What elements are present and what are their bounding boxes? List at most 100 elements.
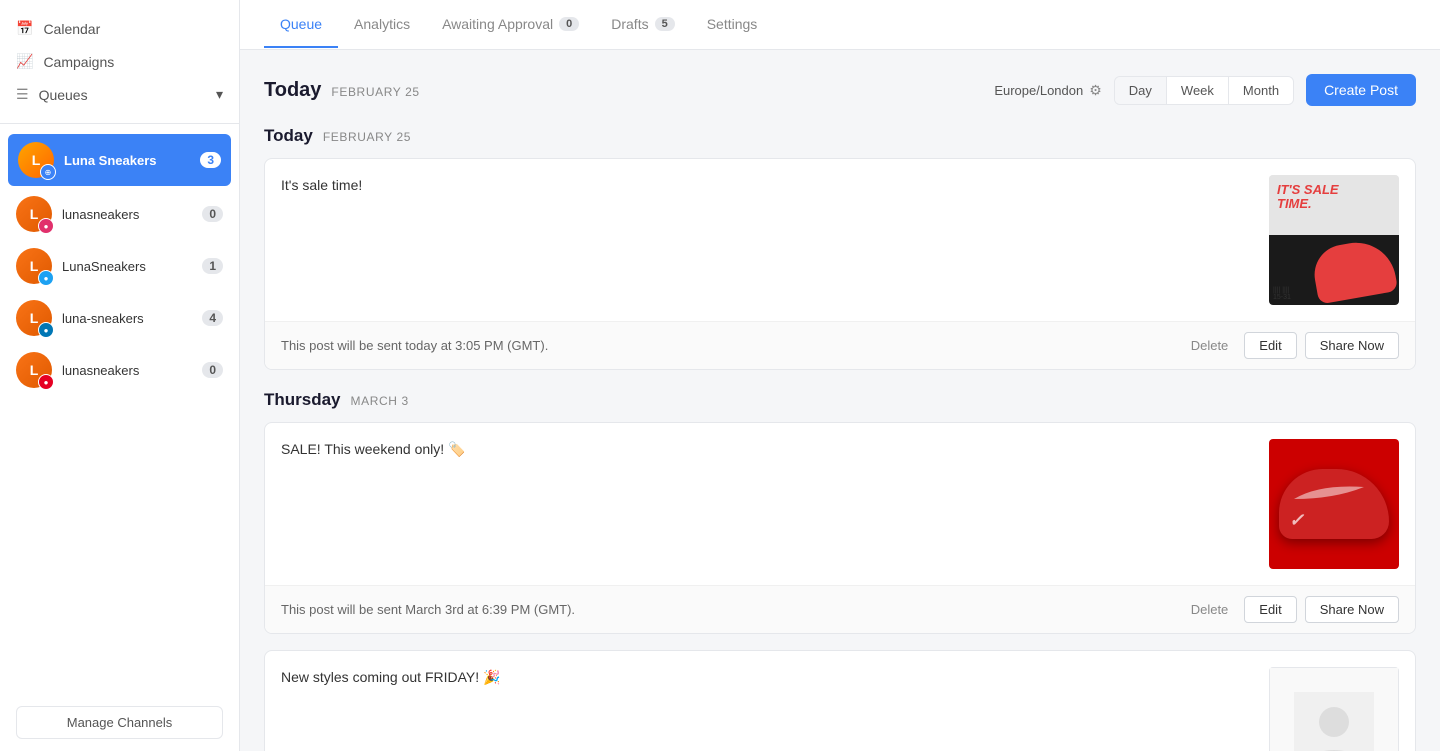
post-footer-1: This post will be sent today at 3:05 PM … <box>265 321 1415 369</box>
campaigns-icon: 📈 <box>16 53 33 70</box>
avatar-wrapper-pt: L ● <box>16 352 52 388</box>
tab-drafts[interactable]: Drafts 5 <box>595 2 690 48</box>
edit-button-2[interactable]: Edit <box>1244 596 1296 623</box>
third-image <box>1269 667 1399 751</box>
tab-settings-label: Settings <box>707 16 758 32</box>
tab-queue[interactable]: Queue <box>264 2 338 48</box>
section-title-thursday: Thursday <box>264 390 341 410</box>
avatar-wrapper-tw: L ● <box>16 248 52 284</box>
account-count-tw: 1 <box>202 258 223 274</box>
swoosh-svg <box>1289 479 1369 509</box>
post-text-1: It's sale time! <box>281 175 1253 196</box>
linkedin-badge-icon: ● <box>38 322 54 338</box>
post-footer-actions-1: Delete Edit Share Now <box>1183 332 1399 359</box>
account-count-pt: 0 <box>202 362 223 378</box>
sidebar-item-queues[interactable]: ☰ Queues ▾ <box>0 78 239 111</box>
sidebar-item-label-calendar: Calendar <box>43 21 100 37</box>
section-header-today: Today FEBRUARY 25 <box>264 126 1416 146</box>
account-count-luna-main: 3 <box>200 152 221 168</box>
queues-chevron-icon: ▾ <box>216 86 223 103</box>
avatar-wrapper-li: L ● <box>16 300 52 336</box>
sale-image-bottom: |||| ||||15-31 <box>1269 235 1399 305</box>
tab-queue-label: Queue <box>280 16 322 32</box>
sidebar-item-calendar[interactable]: 📅 Calendar <box>0 12 239 45</box>
account-name-ig: lunasneakers <box>62 207 192 222</box>
date-subtitle: FEBRUARY 25 <box>331 85 419 99</box>
delete-button-1[interactable]: Delete <box>1183 334 1237 357</box>
tab-awaiting[interactable]: Awaiting Approval 0 <box>426 2 595 48</box>
tab-analytics-label: Analytics <box>354 16 410 32</box>
post-footer-actions-2: Delete Edit Share Now <box>1183 596 1399 623</box>
post-footer-2: This post will be sent March 3rd at 6:39… <box>265 585 1415 633</box>
delete-button-2[interactable]: Delete <box>1183 598 1237 621</box>
page-title: Today <box>264 79 321 102</box>
sidebar-accounts: L ⊕ Luna Sneakers 3 L ● lunasneakers 0 L <box>0 124 239 694</box>
avatar-wrapper: L ⊕ <box>18 142 54 178</box>
sidebar-account-lunasneakers-pt[interactable]: L ● lunasneakers 0 <box>0 344 239 396</box>
post-text-2: SALE! This weekend only! 🏷️ <box>281 439 1253 460</box>
view-day-button[interactable]: Day <box>1115 77 1167 104</box>
sidebar-account-lunasneakers-ig[interactable]: L ● lunasneakers 0 <box>0 188 239 240</box>
sidebar-account-lunasneakers-tw[interactable]: L ● LunaSneakers 1 <box>0 240 239 292</box>
avatar-wrapper-ig: L ● <box>16 196 52 232</box>
queues-icon: ☰ <box>16 86 29 103</box>
date-title: Today FEBRUARY 25 <box>264 79 420 102</box>
sidebar-account-luna-main[interactable]: L ⊕ Luna Sneakers 3 <box>8 134 231 186</box>
main-content: Queue Analytics Awaiting Approval 0 Draf… <box>240 0 1440 751</box>
sidebar-item-label-campaigns: Campaigns <box>43 54 114 70</box>
sidebar: 📅 Calendar 📈 Campaigns ☰ Queues ▾ L ⊕ Lu… <box>0 0 240 751</box>
manage-channels-button[interactable]: Manage Channels <box>16 706 223 739</box>
share-now-button-1[interactable]: Share Now <box>1305 332 1399 359</box>
placeholder-svg <box>1294 692 1374 751</box>
post-card-body-1: It's sale time! IT'S SALE TIME. |||| |||… <box>265 159 1415 321</box>
tab-settings[interactable]: Settings <box>691 2 774 48</box>
post-card-2: SALE! This weekend only! 🏷️ ✓ This <box>264 422 1416 634</box>
sale-image: IT'S SALE TIME. |||| ||||15-31 <box>1269 175 1399 305</box>
queue-content: Today FEBRUARY 25 Europe/London ⚙ Day We… <box>240 50 1440 751</box>
tabs-bar: Queue Analytics Awaiting Approval 0 Draf… <box>240 0 1440 50</box>
post-footer-text-2: This post will be sent March 3rd at 6:39… <box>281 602 575 617</box>
section-header-thursday: Thursday MARCH 3 <box>264 390 1416 410</box>
nike-shoe-shape: ✓ <box>1279 469 1389 539</box>
tab-drafts-badge: 5 <box>655 17 675 31</box>
view-week-button[interactable]: Week <box>1167 77 1229 104</box>
edit-button-1[interactable]: Edit <box>1244 332 1296 359</box>
account-name-tw: LunaSneakers <box>62 259 192 274</box>
date-controls: Europe/London ⚙ Day Week Month Create Po… <box>994 74 1416 106</box>
section-title-today: Today <box>264 126 313 146</box>
post-image-3 <box>1269 667 1399 751</box>
share-now-button-2[interactable]: Share Now <box>1305 596 1399 623</box>
timezone-label: Europe/London <box>994 83 1083 98</box>
post-card-3: New styles coming out FRIDAY! 🎉 <box>264 650 1416 751</box>
sale-image-top: IT'S SALE TIME. <box>1269 175 1399 235</box>
post-card-1: It's sale time! IT'S SALE TIME. |||| |||… <box>264 158 1416 370</box>
account-name-pt: lunasneakers <box>62 363 192 378</box>
post-image-1: IT'S SALE TIME. |||| ||||15-31 <box>1269 175 1399 305</box>
instagram-badge-icon: ● <box>38 218 54 234</box>
view-month-button[interactable]: Month <box>1229 77 1293 104</box>
sidebar-account-luna-sneakers-li[interactable]: L ● luna-sneakers 4 <box>0 292 239 344</box>
account-name-li: luna-sneakers <box>62 311 192 326</box>
twitter-badge-icon: ● <box>38 270 54 286</box>
gear-icon[interactable]: ⚙ <box>1089 82 1102 99</box>
section-sub-today: FEBRUARY 25 <box>323 130 411 144</box>
account-count-ig: 0 <box>202 206 223 222</box>
sidebar-item-campaigns[interactable]: 📈 Campaigns <box>0 45 239 78</box>
sidebar-item-label-queues: Queues <box>39 87 88 103</box>
tab-awaiting-badge: 0 <box>559 17 579 31</box>
pinterest-badge-icon: ● <box>38 374 54 390</box>
timezone-selector[interactable]: Europe/London ⚙ <box>994 82 1101 99</box>
create-post-button[interactable]: Create Post <box>1306 74 1416 106</box>
post-card-body-3: New styles coming out FRIDAY! 🎉 <box>265 651 1415 751</box>
tab-drafts-label: Drafts <box>611 16 648 32</box>
calendar-icon: 📅 <box>16 20 33 37</box>
date-header: Today FEBRUARY 25 Europe/London ⚙ Day We… <box>264 74 1416 106</box>
post-text-3: New styles coming out FRIDAY! 🎉 <box>281 667 1253 688</box>
sidebar-nav: 📅 Calendar 📈 Campaigns ☰ Queues ▾ <box>0 0 239 124</box>
post-image-2: ✓ <box>1269 439 1399 569</box>
account-count-li: 4 <box>202 310 223 326</box>
tab-awaiting-label: Awaiting Approval <box>442 16 553 32</box>
twitter-badge-icon: ⊕ <box>40 164 56 180</box>
tab-analytics[interactable]: Analytics <box>338 2 426 48</box>
shoe-shape <box>1310 236 1398 304</box>
